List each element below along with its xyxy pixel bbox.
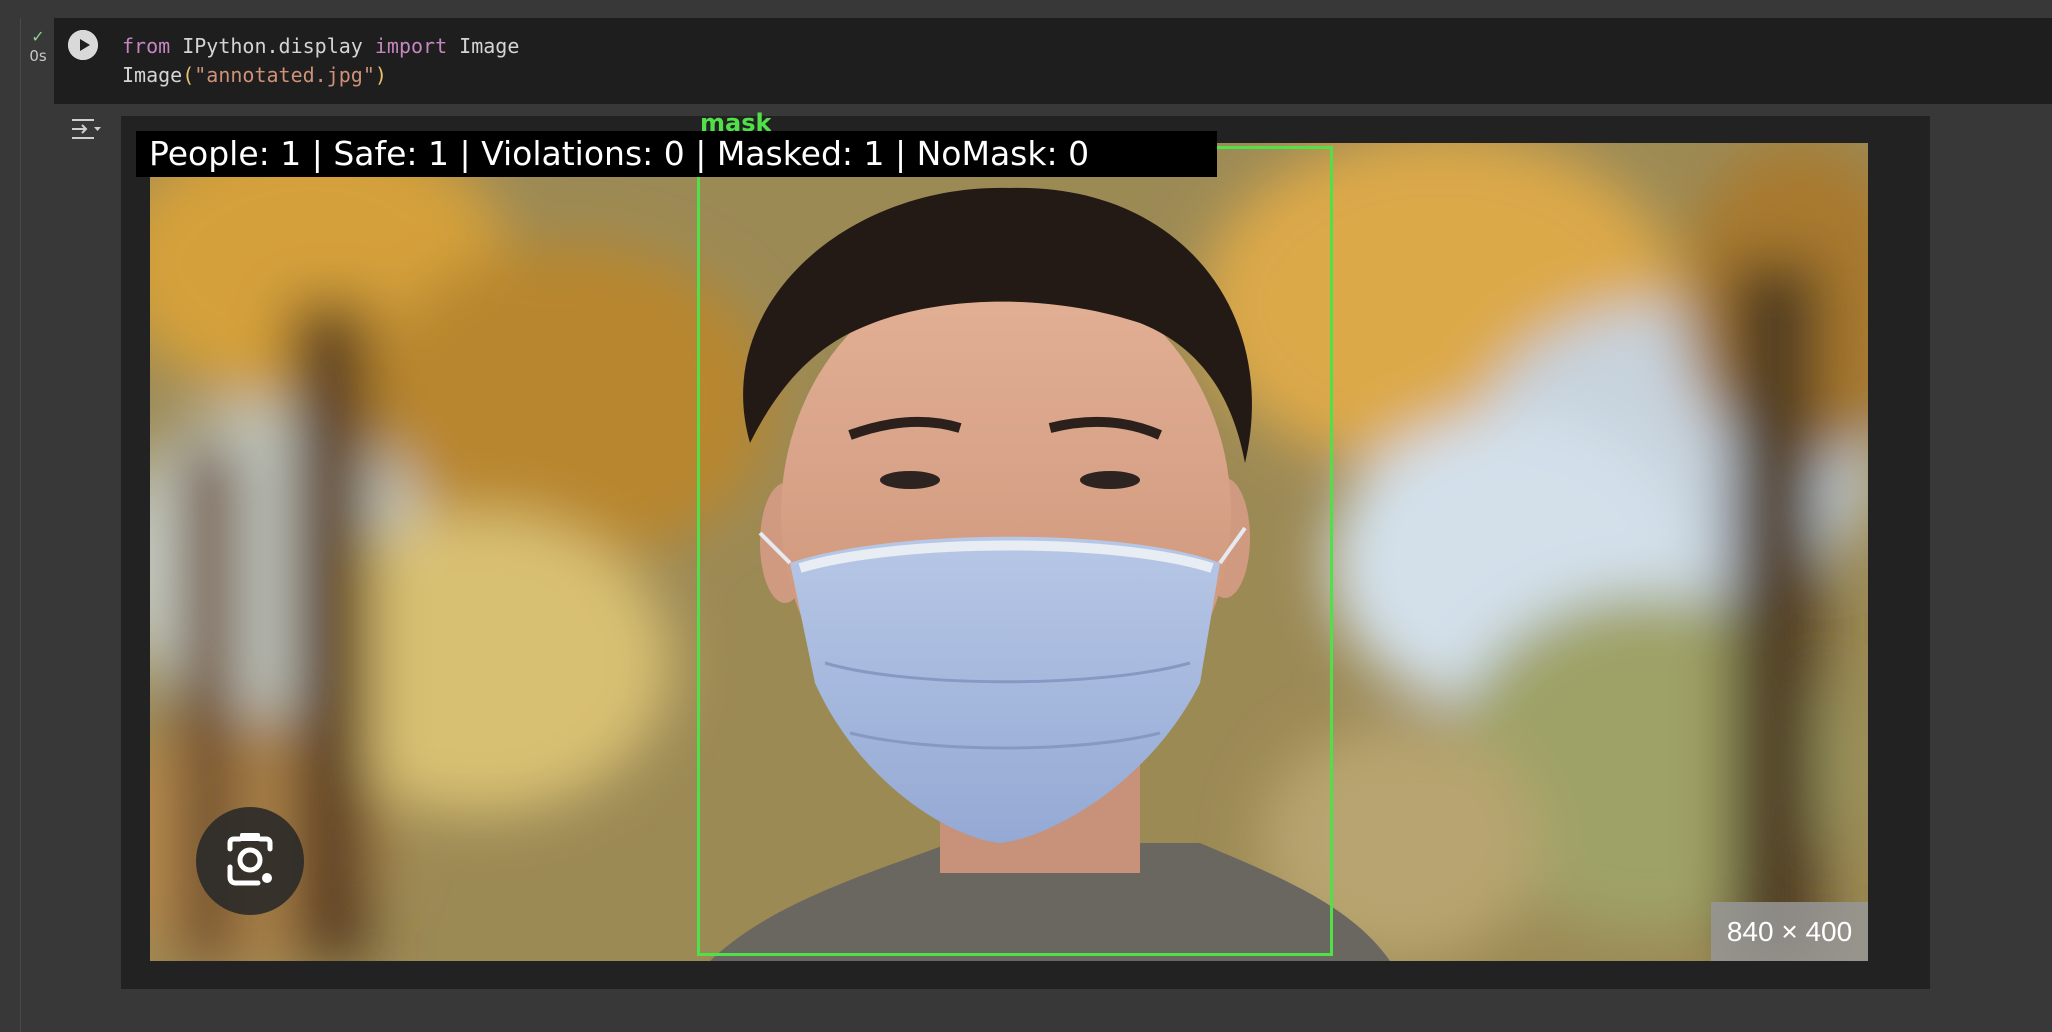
notebook-page: ✓ 0s from IPython.display import Image I… [0, 0, 2052, 1032]
run-cell-button[interactable] [68, 30, 98, 60]
string-argument: "annotated.jpg" [194, 63, 375, 87]
annotated-image [150, 143, 1868, 961]
code-editor[interactable]: from IPython.display import Image Image(… [122, 32, 519, 90]
detection-bounding-box [697, 146, 1333, 956]
image-dimensions-badge: 840 × 400 [1711, 902, 1868, 961]
check-icon: ✓ [31, 29, 45, 46]
output-menu-glyph [72, 119, 101, 139]
camera-search-glyph [227, 833, 273, 886]
code-line-1: from IPython.display import Image [122, 34, 519, 58]
execution-status: ✓ 0s [24, 30, 52, 66]
open-paren: ( [182, 63, 195, 87]
play-icon [68, 30, 98, 60]
function-name: Image [122, 63, 183, 87]
output-collapse-icon[interactable] [68, 114, 102, 144]
keyword-import: import [374, 34, 448, 58]
module-name: IPython.display [170, 34, 375, 58]
close-paren: ) [374, 63, 387, 87]
detection-label: mask [700, 111, 772, 132]
code-line-2: Image("annotated.jpg") [122, 63, 387, 87]
detection-summary: People: 1 | Safe: 1 | Violations: 0 | Ma… [136, 131, 1217, 177]
top-strip [0, 0, 2052, 18]
execution-time: 0s [29, 47, 47, 65]
google-lens-icon[interactable] [196, 807, 304, 915]
imported-name: Image [447, 34, 520, 58]
keyword-from: from [122, 34, 171, 58]
gutter-divider [20, 18, 21, 1032]
